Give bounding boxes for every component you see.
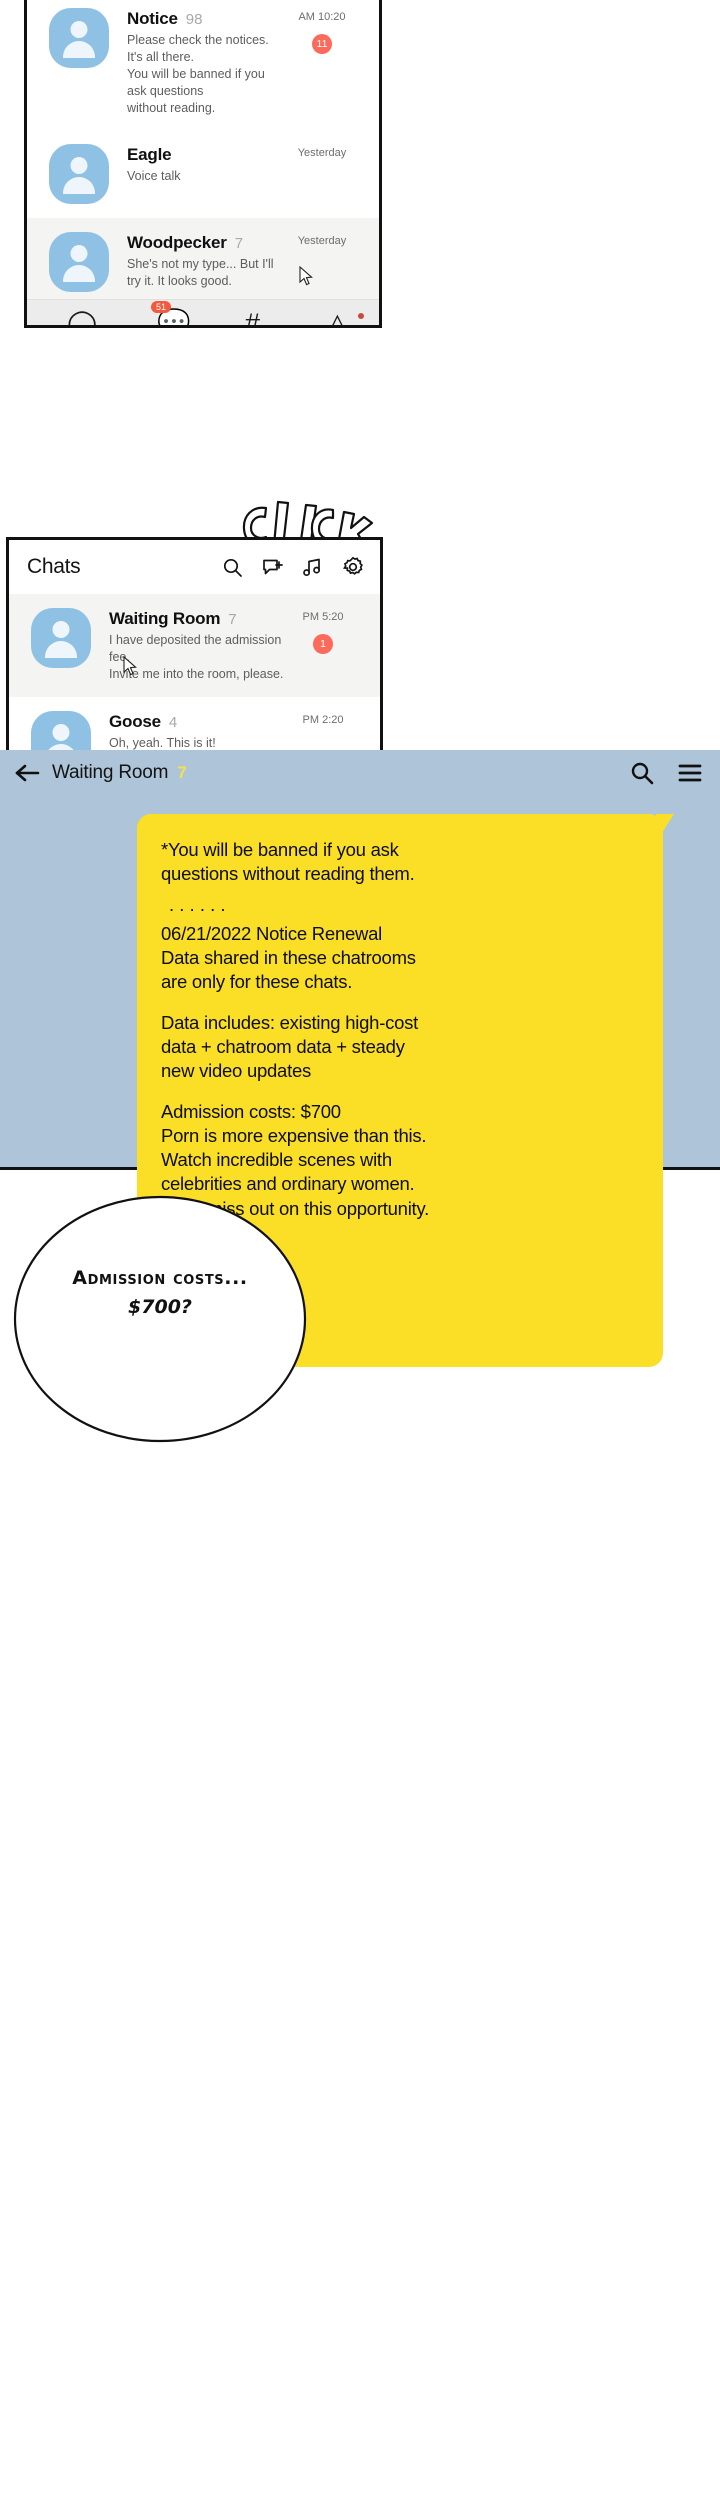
search-icon[interactable] (630, 761, 654, 785)
chat-preview: Oh, yeah. This is it! (109, 735, 216, 750)
chat-list-item[interactable]: Waiting Room 7 I have deposited the admi… (9, 594, 380, 697)
bubble-warning-text: *You will be banned if you ask questions… (161, 839, 415, 885)
more-icon[interactable]: △ (327, 310, 348, 326)
chat-preview: Please check the notices. It's all there… (127, 33, 269, 115)
unread-badge: 1 (313, 634, 333, 654)
chat-room-member-count: 7 (177, 763, 187, 782)
chat-time: PM 5:20 (302, 611, 344, 623)
avatar (49, 8, 109, 68)
bubble-dot-spacer: . . . . . . (169, 894, 226, 916)
back-arrow-icon[interactable] (14, 763, 40, 783)
avatar (31, 710, 91, 750)
mouse-cursor-icon (299, 266, 313, 286)
member-count: 4 (168, 713, 178, 731)
chat-list-panel-bottom: Chats Waiting Room 7 I have deposited th… (6, 537, 383, 750)
chat-name: Waiting Room (109, 609, 221, 628)
member-count: 98 (185, 11, 203, 28)
bubble-data-text: Data includes: existing high-cost data +… (161, 1012, 419, 1082)
avatar (31, 608, 91, 668)
member-count: 7 (228, 611, 237, 628)
unread-badge: 11 (311, 34, 333, 54)
page-title: Chats (27, 555, 81, 578)
chat-name: Notice (127, 9, 178, 28)
chat-list-item[interactable]: Woodpecker 7 She's not my type... But I'… (27, 218, 379, 307)
bottom-nav-bar: ◯ 💬 # △ 51 (27, 299, 379, 325)
chat-time: Yesterday (297, 147, 347, 160)
avatar (49, 144, 109, 205)
header-icon-group (222, 556, 364, 578)
bubble-gap (161, 1083, 641, 1100)
speech-balloon: Admission costs... $700? (12, 1195, 308, 1443)
search-icon[interactable] (222, 557, 243, 578)
chat-list-panel-top: Notice 98 Please check the notices. It's… (24, 0, 382, 328)
chat-room-header: Waiting Room 7 (0, 750, 720, 796)
chat-list-item[interactable]: Eagle Voice talk Yesterday (27, 130, 379, 219)
bubble-renewal-text: 06/21/2022 Notice Renewal Data shared in… (161, 923, 416, 993)
chat-list-item[interactable]: Goose 4 Oh, yeah. This is it! PM 2:20 (9, 696, 380, 750)
chat-time: PM 2:20 (302, 713, 344, 726)
bubble-gap (161, 994, 641, 1011)
gear-icon[interactable] (342, 556, 364, 578)
chat-time: Yesterday (297, 235, 347, 248)
hamburger-menu-icon[interactable] (678, 763, 702, 783)
music-icon[interactable] (302, 557, 323, 578)
new-chat-icon[interactable] (262, 557, 283, 578)
nav-new-dot-icon (358, 313, 364, 319)
member-count: 7 (234, 235, 244, 253)
chat-name: Eagle (127, 145, 172, 165)
chat-name: Woodpecker (127, 233, 227, 253)
chat-list-item[interactable]: Notice 98 Please check the notices. It's… (27, 0, 379, 131)
chat-name: Goose (109, 711, 161, 731)
chat-preview: I have deposited the admission fee. Invi… (109, 633, 284, 681)
friends-icon[interactable]: ◯ (67, 310, 97, 326)
chat-preview: Voice talk (127, 169, 181, 184)
chats-header: Chats (9, 540, 380, 594)
chat-time: AM 10:20 (298, 11, 346, 23)
nav-unread-badge: 51 (151, 301, 172, 313)
comic-page: Notice 98 Please check the notices. It's… (0, 0, 720, 2500)
shop-icon[interactable]: # (245, 310, 260, 326)
chat-room-title: Waiting Room (52, 762, 169, 783)
chat-preview: She's not my type... But I'll try it. It… (127, 257, 274, 289)
avatar (49, 232, 109, 293)
chat-room-panel: Waiting Room 7 *You will be banned if yo… (0, 750, 720, 1367)
